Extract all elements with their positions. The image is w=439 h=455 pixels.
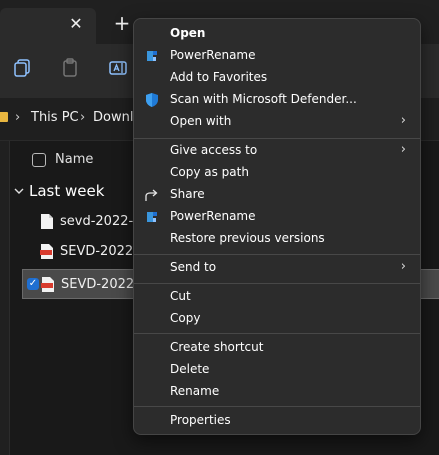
chevron-right-icon: ›: [400, 259, 406, 274]
menu-item-open[interactable]: Open: [138, 23, 416, 45]
file-explorer-window: ✕ + › This PC › Downlo Name Last week se…: [0, 0, 439, 455]
menu-item-label: Copy as path: [170, 165, 249, 179]
rename-icon[interactable]: [107, 57, 129, 79]
powerrename-icon: [147, 51, 157, 61]
context-menu: Open PowerRename Add to Favorites Scan w…: [133, 18, 421, 435]
menu-item-label: Send to: [170, 260, 217, 274]
menu-item-label: Open with: [170, 114, 232, 128]
menu-item-label: Rename: [170, 384, 220, 398]
menu-item-label: Create shortcut: [170, 340, 264, 354]
defender-shield-icon: [146, 93, 158, 107]
menu-item-cut[interactable]: Cut: [138, 286, 416, 308]
menu-item-label: PowerRename: [170, 48, 256, 62]
row-checkbox[interactable]: ✓: [27, 278, 39, 290]
menu-item-copy[interactable]: Copy: [138, 308, 416, 330]
chevron-down-icon[interactable]: [13, 185, 25, 197]
breadcrumb-this-pc[interactable]: This PC: [31, 110, 79, 125]
menu-item-share[interactable]: Share: [138, 184, 416, 206]
menu-item-rename[interactable]: Rename: [138, 381, 416, 403]
menu-separator: [134, 333, 420, 334]
group-header-last-week[interactable]: Last week: [29, 182, 104, 200]
menu-item-copy-as-path[interactable]: Copy as path: [138, 162, 416, 184]
breadcrumb-separator: ›: [15, 110, 21, 125]
menu-separator: [134, 406, 420, 407]
powerrename-icon: [147, 212, 157, 222]
menu-item-label: Share: [170, 187, 205, 201]
menu-item-label: Add to Favorites: [170, 70, 268, 84]
new-tab-button[interactable]: +: [112, 13, 132, 33]
menu-item-scan-defender[interactable]: Scan with Microsoft Defender...: [138, 89, 416, 111]
pdf-file-icon: [40, 244, 53, 259]
share-icon: [145, 189, 158, 201]
menu-item-label: Open: [170, 26, 206, 40]
folder-icon: [0, 112, 8, 122]
menu-item-label: Cut: [170, 289, 191, 303]
menu-item-give-access-to[interactable]: Give access to ›: [138, 140, 416, 162]
chevron-right-icon: ›: [400, 113, 406, 128]
menu-separator: [134, 283, 420, 284]
copy-icon[interactable]: [11, 57, 33, 79]
close-tab-button[interactable]: ✕: [66, 14, 86, 34]
menu-item-powerrename[interactable]: PowerRename: [138, 45, 416, 67]
menu-item-label: Delete: [170, 362, 210, 376]
menu-item-powerrename-2[interactable]: PowerRename: [138, 206, 416, 228]
menu-item-label: Copy: [170, 311, 201, 325]
menu-item-open-with[interactable]: Open with ›: [138, 111, 416, 133]
text-file-icon: [41, 214, 53, 229]
menu-item-properties[interactable]: Properties: [138, 410, 416, 432]
menu-item-label: Give access to: [170, 143, 258, 157]
menu-item-add-to-favorites[interactable]: Add to Favorites: [138, 67, 416, 89]
menu-separator: [134, 254, 420, 255]
column-header-name[interactable]: Name: [55, 152, 93, 167]
pdf-file-icon: [41, 277, 54, 292]
menu-item-label: PowerRename: [170, 209, 256, 223]
select-all-checkbox[interactable]: [32, 153, 46, 167]
menu-item-restore-previous-versions[interactable]: Restore previous versions: [138, 228, 416, 250]
menu-item-label: Restore previous versions: [170, 231, 325, 245]
navigation-pane: [0, 141, 10, 455]
paste-icon[interactable]: [59, 57, 81, 79]
menu-item-create-shortcut[interactable]: Create shortcut: [138, 337, 416, 359]
menu-separator: [134, 138, 420, 139]
menu-item-send-to[interactable]: Send to ›: [138, 257, 416, 279]
breadcrumb-separator: ›: [80, 110, 86, 125]
menu-item-delete[interactable]: Delete: [138, 359, 416, 381]
menu-item-label: Properties: [170, 413, 231, 427]
chevron-right-icon: ›: [400, 142, 406, 157]
menu-item-label: Scan with Microsoft Defender...: [170, 92, 357, 106]
